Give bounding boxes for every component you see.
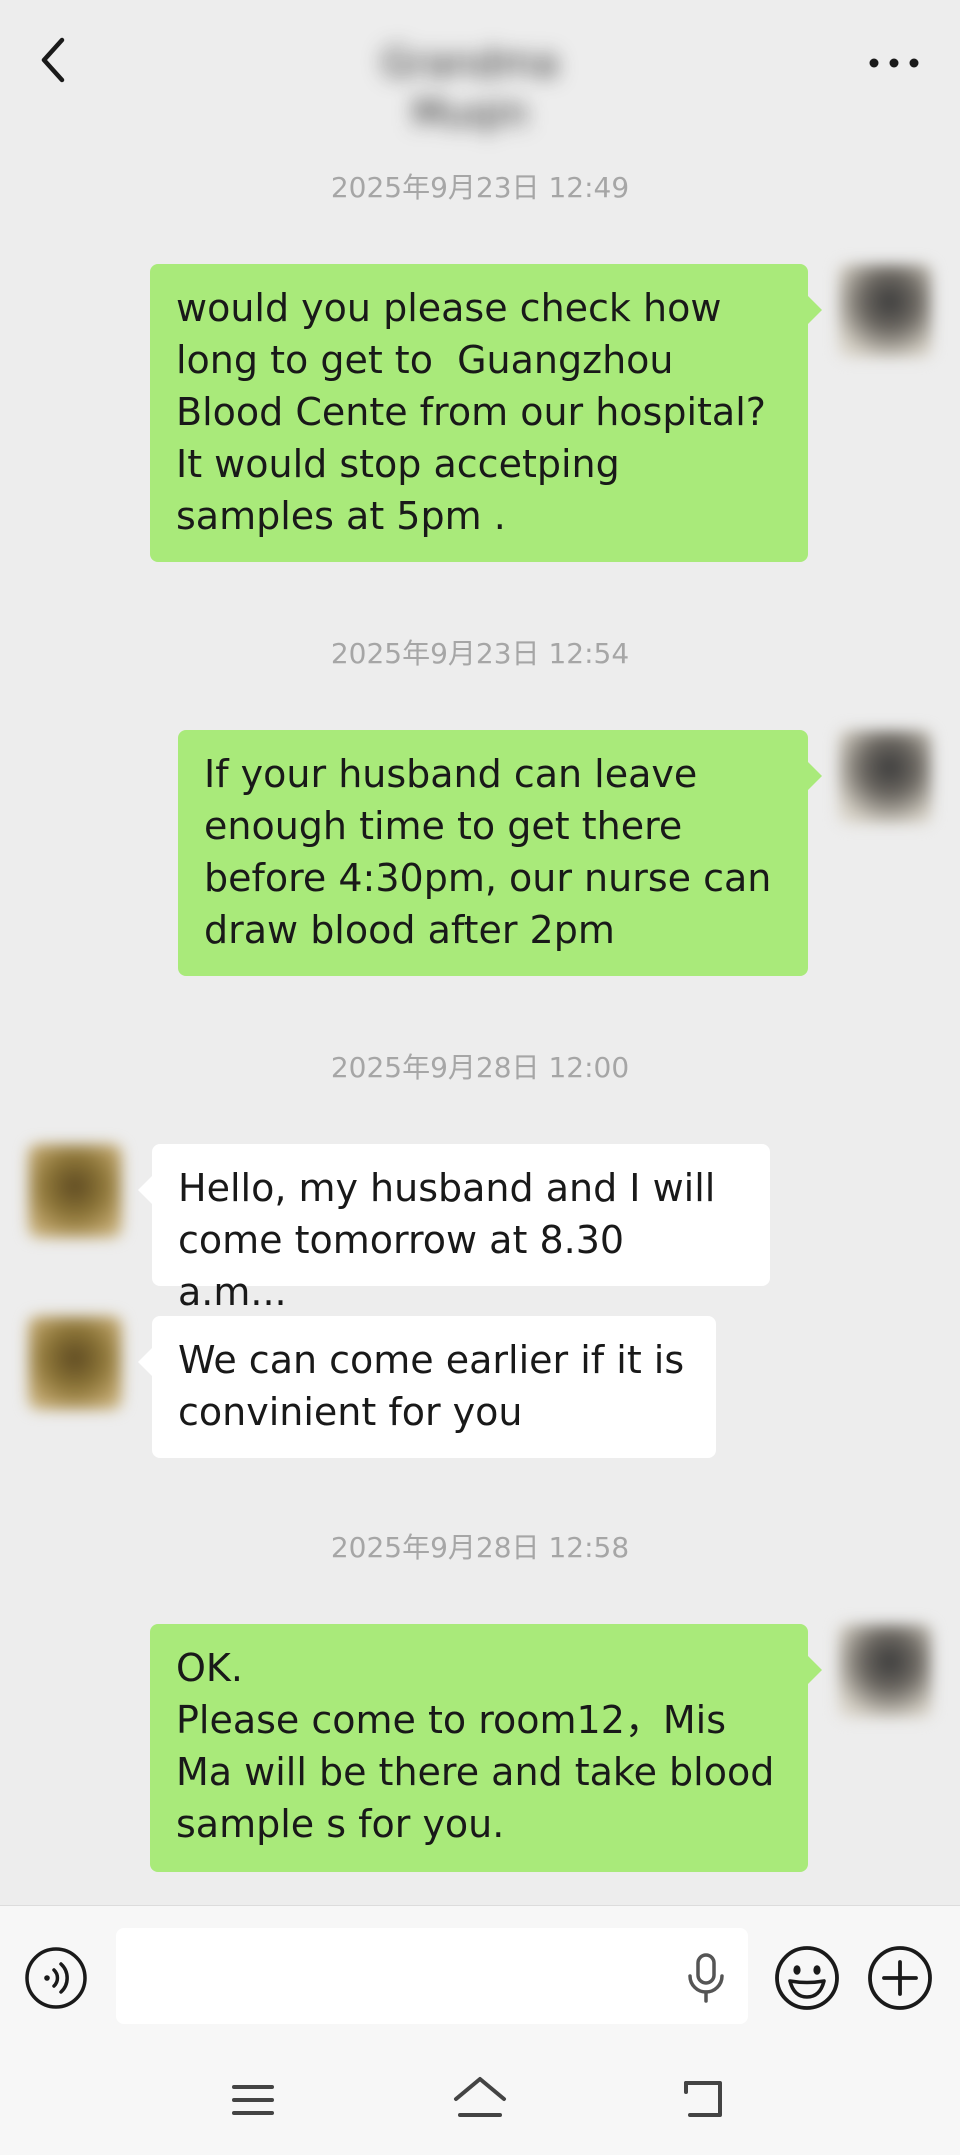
more-functions-button[interactable] — [866, 1944, 934, 2012]
voice-wave-icon — [25, 1947, 87, 2009]
incoming-message-bubble[interactable]: Hello, my husband and I will come tomorr… — [138, 1144, 770, 1314]
more-options-button[interactable] — [860, 40, 930, 80]
mic-button[interactable] — [684, 1952, 728, 2004]
system-navigation-bar — [0, 2045, 960, 2155]
message-input-bar — [0, 1905, 960, 2046]
message-timestamp: 2025年9月23日 12:54 — [330, 637, 630, 670]
my-avatar[interactable] — [838, 264, 932, 358]
emoji-button[interactable] — [773, 1944, 841, 2012]
plus-circle-icon — [868, 1946, 932, 2010]
outgoing-message-bubble[interactable]: If your husband can leave enough time to… — [178, 730, 822, 976]
my-avatar[interactable] — [838, 730, 932, 824]
contact-avatar[interactable] — [28, 1144, 122, 1238]
back-button[interactable] — [26, 30, 86, 90]
incoming-message-bubble[interactable]: We can come earlier if it is convinient … — [138, 1316, 716, 1458]
nav-back-button[interactable] — [680, 2075, 732, 2125]
chevron-left-icon — [41, 37, 65, 83]
menu-lines-icon — [232, 2085, 274, 2115]
chat-header: Grandma Muqin — [0, 0, 960, 135]
return-icon — [684, 2081, 722, 2117]
chat-screen: Grandma Muqin 2025年9月23日 12:49 would you… — [0, 0, 960, 2155]
nav-home-button[interactable] — [450, 2073, 510, 2127]
message-text-input[interactable] — [116, 1928, 748, 2024]
home-icon — [454, 2077, 506, 2117]
outgoing-message-bubble[interactable]: OK. Please come to room12，Mis Ma will be… — [150, 1624, 822, 1872]
more-dots-icon — [869, 58, 919, 68]
contact-name: Grandma Muqin — [381, 41, 559, 135]
smiley-icon — [775, 1946, 839, 2010]
message-timestamp: 2025年9月28日 12:58 — [330, 1531, 630, 1564]
message-timestamp: 2025年9月23日 12:49 — [330, 171, 630, 204]
message-timestamp: 2025年9月28日 12:00 — [330, 1051, 630, 1084]
my-avatar[interactable] — [838, 1624, 932, 1718]
microphone-icon — [688, 1953, 724, 2003]
outgoing-message-bubble[interactable]: would you please check how long to get t… — [150, 264, 822, 562]
voice-mode-button[interactable] — [24, 1946, 88, 2010]
contact-avatar[interactable] — [28, 1316, 122, 1410]
nav-menu-button[interactable] — [228, 2075, 278, 2125]
